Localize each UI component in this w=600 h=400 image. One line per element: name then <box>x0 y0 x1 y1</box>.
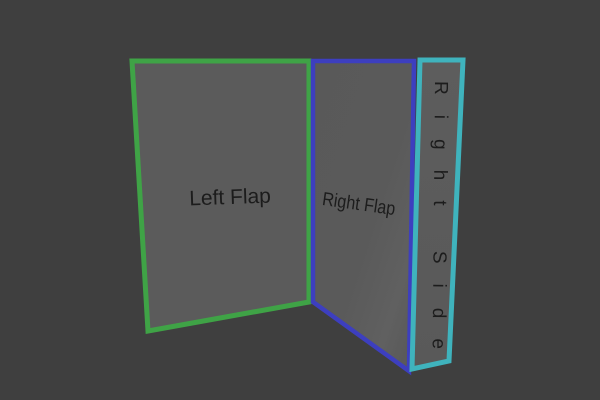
right-side-panel: Right Side <box>409 57 466 373</box>
box-flap-diagram: Left Flap Right Flap Right Side <box>129 57 466 376</box>
left-flap-label: Left Flap <box>189 185 271 211</box>
right-flap-face <box>313 61 414 371</box>
right-flap-panel: Right Flap <box>310 58 417 376</box>
left-flap-panel: Left Flap <box>129 58 312 334</box>
